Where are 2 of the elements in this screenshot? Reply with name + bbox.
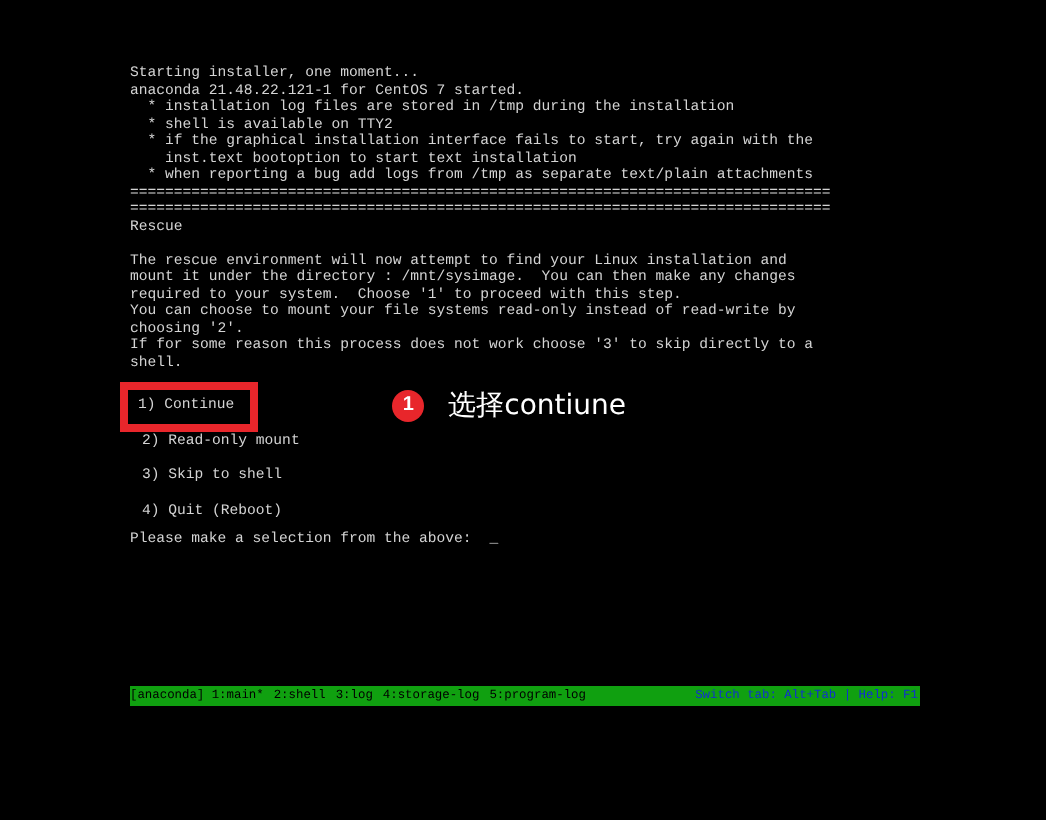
step-number-badge: 1 [392,390,425,423]
annotation-text: 选择contiune [448,390,627,423]
